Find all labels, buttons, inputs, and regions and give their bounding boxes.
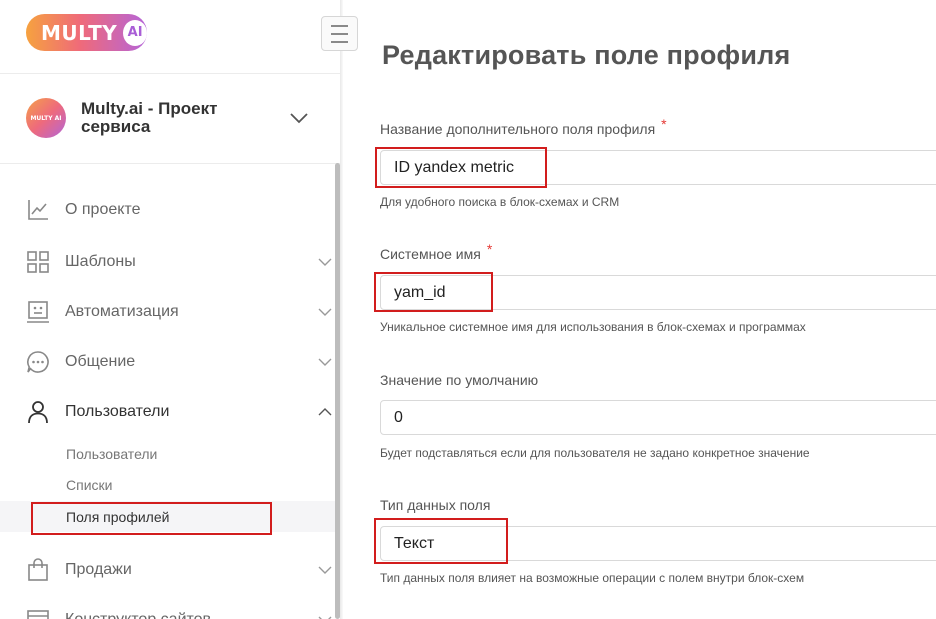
sidebar: MULTY AI MULTY AI Multy.ai - Проект серв… (0, 0, 340, 619)
field-hint: Будет подставляться если для пользовател… (380, 446, 810, 460)
field-label-text: Название дополнительного поля профиля (380, 121, 656, 137)
menu-toggle-button[interactable] (321, 16, 358, 51)
line-chart-icon (28, 200, 48, 220)
field-label-text: Системное имя (380, 246, 481, 262)
chevron-up-icon (318, 408, 332, 416)
multy-logo[interactable]: MULTY AI (26, 14, 147, 51)
sidebar-item-chat[interactable]: Общение (0, 340, 340, 384)
chevron-down-icon (318, 616, 332, 619)
field-hint: Для удобного поиска в блок-схемах и CRM (380, 195, 620, 209)
sidebar-item-about[interactable]: О проекте (0, 188, 340, 232)
project-name: Multy.ai - Проект сервиса (81, 99, 218, 136)
field-label-data-type: Тип данных поля (380, 497, 490, 513)
chevron-down-icon (318, 566, 332, 574)
divider (0, 163, 340, 164)
field-label-name: Название дополнительного поля профиля * (380, 116, 667, 137)
project-avatar: MULTY AI (26, 98, 66, 138)
profile-field-name-input[interactable]: ID yandex metric (380, 150, 936, 185)
sidebar-item-sales[interactable]: Продажи (0, 548, 340, 592)
robot-icon (27, 301, 49, 323)
logo-ai-badge: AI (123, 19, 147, 46)
sidebar-subitem-lists[interactable]: Списки (0, 471, 340, 499)
sidebar-item-label: О проекте (65, 201, 141, 218)
data-type-select[interactable]: Текст (380, 526, 936, 561)
sidebar-subitem-label: Списки (66, 477, 113, 493)
input-value: yam_id (394, 283, 446, 301)
select-value: Текст (394, 534, 435, 552)
input-value: ID yandex metric (394, 158, 515, 176)
sidebar-subitem-label: Пользователи (66, 446, 158, 462)
required-marker: * (486, 241, 493, 257)
sidebar-subitem-label: Поля профилей (66, 508, 170, 525)
sidebar-border (340, 0, 343, 619)
user-icon (28, 401, 48, 424)
sidebar-item-automation[interactable]: Автоматизация (0, 290, 340, 334)
hamburger-icon (331, 24, 348, 27)
hamburger-icon (331, 32, 348, 35)
project-switcher[interactable]: MULTY AI Multy.ai - Проект сервиса (0, 74, 340, 163)
field-label-text: Тип данных поля (380, 497, 491, 513)
sidebar-item-label: Конструктор сайтов (65, 611, 211, 619)
sidebar-item-users[interactable]: Пользователи (0, 390, 340, 434)
default-value-input[interactable]: 0 (380, 400, 936, 435)
input-value: 0 (394, 408, 403, 426)
sidebar-item-label: Автоматизация (65, 303, 179, 320)
sidebar-item-label: Продажи (65, 561, 132, 578)
chevron-down-icon (318, 258, 332, 266)
page-title: Редактировать поле профиля (382, 40, 791, 70)
chevron-down-icon (318, 358, 332, 366)
field-label-default-value: Значение по умолчанию (380, 372, 538, 388)
chevron-down-icon (318, 308, 332, 316)
logo-text: MULTY (41, 20, 118, 45)
browser-window-icon (27, 610, 49, 619)
field-hint: Тип данных поля влияет на возможные опер… (380, 571, 805, 585)
field-hint: Уникальное системное имя для использован… (380, 320, 806, 334)
sidebar-item-label: Пользователи (65, 403, 170, 420)
sidebar-subitem-profile-fields[interactable]: Поля профилей (0, 501, 340, 532)
chevron-down-icon[interactable] (289, 108, 309, 128)
chat-bubble-icon (27, 351, 49, 373)
sidebar-item-templates[interactable]: Шаблоны (0, 240, 340, 284)
field-label-system-name: Системное имя * (380, 241, 492, 262)
shopping-bag-icon (28, 558, 48, 581)
grid-icon (27, 251, 49, 273)
sidebar-item-label: Общение (65, 353, 136, 370)
required-marker: * (661, 116, 667, 132)
sidebar-subitem-users[interactable]: Пользователи (0, 440, 340, 468)
hamburger-icon (331, 40, 348, 43)
system-name-input[interactable]: yam_id (380, 275, 936, 310)
sidebar-item-label: Шаблоны (65, 253, 136, 270)
sidebar-item-site-builder[interactable]: Конструктор сайтов (0, 598, 340, 619)
project-avatar-text: MULTY AI (30, 114, 62, 122)
field-label-text: Значение по умолчанию (380, 372, 539, 388)
